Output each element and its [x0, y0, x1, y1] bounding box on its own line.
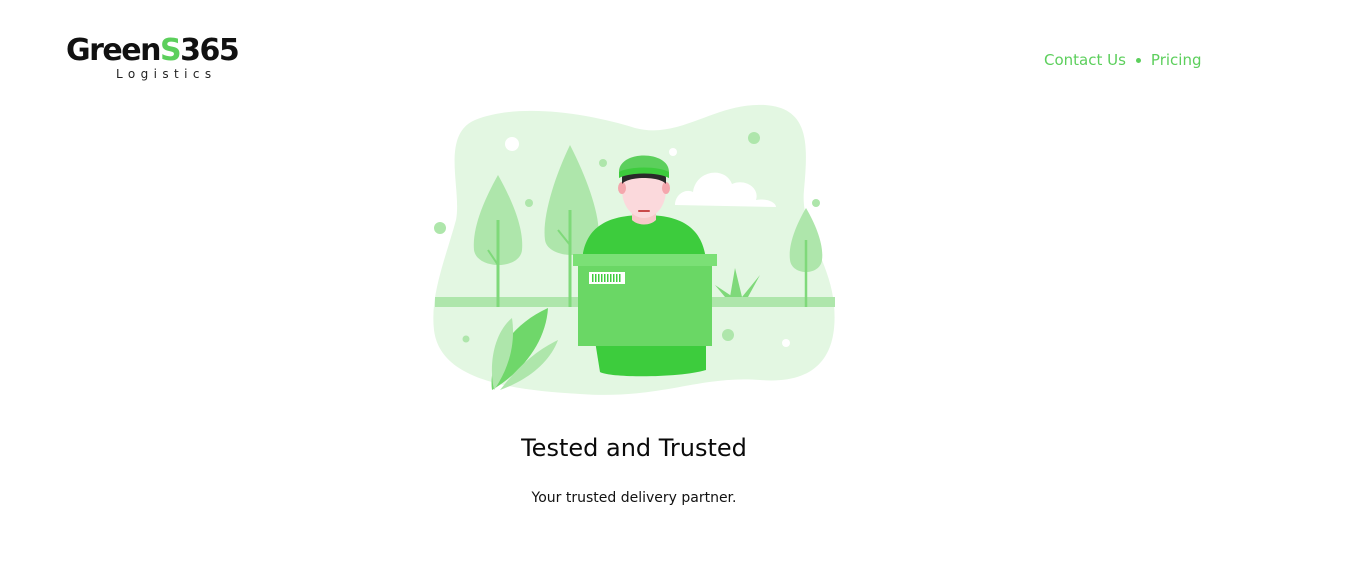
logo-wordmark: GreenS365 — [66, 33, 240, 68]
nav-link-contact-us[interactable]: Contact Us — [1044, 51, 1126, 69]
top-nav: Contact Us Pricing — [1044, 50, 1201, 70]
brand-logo[interactable]: GreenS365 Logistics — [66, 33, 240, 84]
logo-brand-prefix: Green — [66, 33, 161, 68]
logo-brand-suffix: 365 — [180, 33, 240, 68]
delivery-person-with-box-illustration — [433, 104, 835, 395]
page: GreenS365 Logistics Contact Us Pricing T… — [0, 0, 1354, 565]
logo-brand-accent: S — [159, 33, 182, 68]
nav-link-pricing[interactable]: Pricing — [1151, 51, 1202, 69]
nav-separator-dot — [1135, 57, 1141, 63]
hero-tagline: Your trusted delivery partner. — [531, 490, 737, 506]
hero-title: Tested and Trusted — [521, 434, 747, 462]
logo-subtitle: Logistics — [116, 67, 217, 81]
